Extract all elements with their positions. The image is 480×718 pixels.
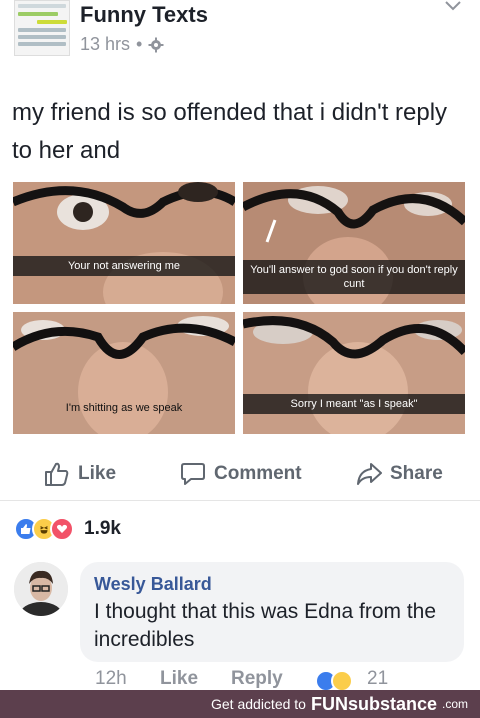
share-arrow-icon <box>357 463 382 485</box>
post-actions: Like Comment Share <box>0 456 480 492</box>
like-button[interactable]: Like <box>44 456 116 492</box>
face-closeup-image <box>243 312 465 434</box>
image-panel-3: I'm shitting as we speak <box>13 312 235 434</box>
post-image[interactable]: Your not answering me You'll answer to g… <box>13 182 465 434</box>
chevron-down-icon[interactable] <box>444 0 462 12</box>
page-name[interactable]: Funny Texts <box>80 2 208 28</box>
panel-caption: Sorry I meant "as I speak" <box>243 394 465 414</box>
comment-reactions[interactable] <box>315 670 353 692</box>
comment-bubble-icon <box>181 463 205 485</box>
love-reaction-icon <box>50 517 74 541</box>
panel-caption: Your not answering me <box>13 256 235 276</box>
person-photo <box>14 562 68 616</box>
share-button[interactable]: Share <box>356 456 443 492</box>
footer-brand: FUNsubstance <box>310 693 437 714</box>
comment-button[interactable]: Comment <box>180 456 302 492</box>
thumb-line-6 <box>18 42 66 46</box>
post-text: my friend is so offended that i didn't r… <box>12 99 448 164</box>
thumb-line-3 <box>37 20 67 24</box>
watermark-footer: Get addicted to FUNsubstance .com <box>0 690 480 718</box>
comment-like-link[interactable]: Like <box>160 668 198 690</box>
haha-reaction-icon <box>331 670 353 692</box>
gear-icon <box>148 37 164 52</box>
footer-prefix: Get addicted to <box>211 696 306 712</box>
footer-suffix: .com <box>441 697 468 711</box>
comment-text: I thought that this was Edna from the in… <box>94 600 437 651</box>
reactions-summary[interactable]: 1.9k <box>14 516 121 542</box>
image-panel-2: You'll answer to god soon if you don't r… <box>243 182 465 304</box>
comment-author[interactable]: Wesly Ballard <box>94 572 450 596</box>
panel-caption: I'm shitting as we speak <box>65 402 183 414</box>
like-label: Like <box>78 463 117 484</box>
comment-time[interactable]: 12h <box>95 668 127 690</box>
share-label: Share <box>390 463 443 484</box>
image-panel-4: Sorry I meant "as I speak" <box>243 312 465 434</box>
thumbs-up-icon <box>45 462 69 486</box>
comment-reaction-count: 21 <box>367 668 389 689</box>
reaction-count: 1.9k <box>84 518 121 539</box>
commenter-avatar[interactable] <box>14 562 68 616</box>
image-panel-1: Your not answering me <box>13 182 235 304</box>
comment-label: Comment <box>214 463 302 484</box>
thumb-line-2 <box>18 12 58 16</box>
post-time[interactable]: 13 hrs <box>80 34 130 55</box>
meta-separator: • <box>136 34 143 54</box>
post-meta: 13 hrs • <box>80 34 164 55</box>
page-avatar[interactable] <box>14 0 70 56</box>
thumb-line-1 <box>18 4 66 8</box>
thumb-line-4 <box>18 28 66 32</box>
face-closeup-image <box>13 182 235 304</box>
divider <box>0 500 480 501</box>
post-header: Funny Texts 13 hrs • <box>0 0 480 70</box>
panel-caption: You'll answer to god soon if you don't r… <box>243 260 465 294</box>
comment-reply-link[interactable]: Reply <box>231 668 283 690</box>
thumb-line-5 <box>18 35 66 39</box>
comment-bubble: Wesly Ballard I thought that this was Ed… <box>80 562 464 662</box>
